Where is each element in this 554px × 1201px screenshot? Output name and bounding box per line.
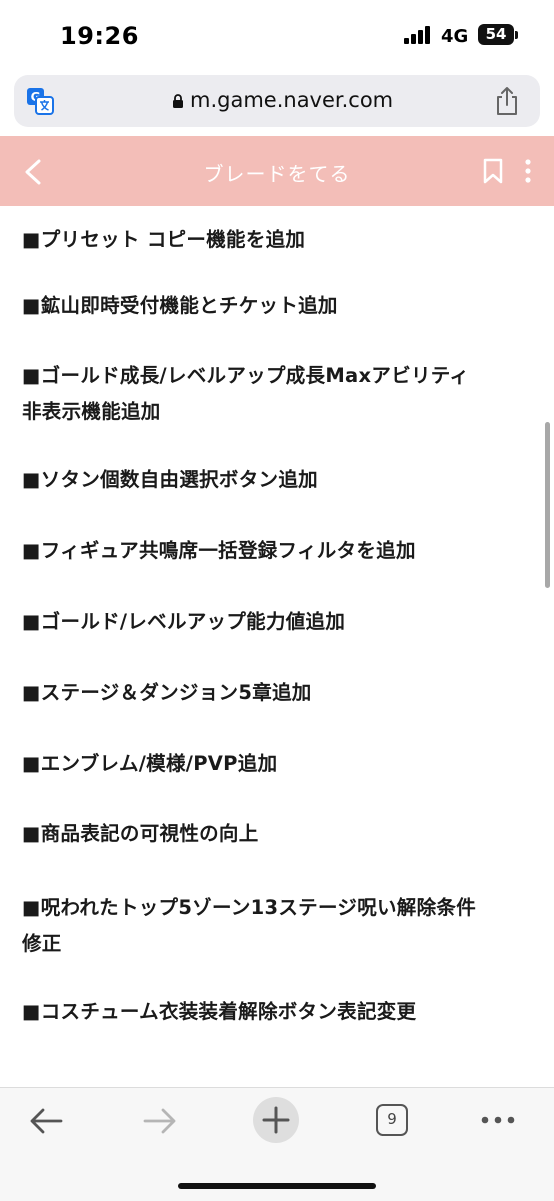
status-bar: 19:26 4G 54 (0, 0, 554, 70)
notice-line: ■ゴールド/レベルアップ能力値追加 (22, 610, 346, 633)
page-header: ブレードをてる (0, 136, 554, 206)
notice-item: ■ゴールド/レベルアップ能力値追加 (22, 604, 532, 640)
notice-item: ■プリセット コピー機能を追加 (22, 222, 532, 258)
page-title: ブレードをてる (203, 162, 351, 186)
share-icon[interactable] (494, 86, 520, 116)
notice-line: ■ゴールド成長/レベルアップ成長Maxアビリティ (22, 364, 470, 387)
lock-icon (173, 94, 183, 108)
notice-line: ■ステージ＆ダンジョン5章追加 (22, 681, 312, 704)
notice-line: ■商品表記の可視性の向上 (22, 822, 259, 845)
signal-icon (404, 26, 434, 44)
notice-item: ■ステージ＆ダンジョン5章追加 (22, 675, 532, 711)
new-tab-plus-icon[interactable] (252, 1096, 300, 1144)
notice-line: ■エンブレム/模様/PVP追加 (22, 752, 278, 775)
battery-tip (515, 31, 518, 39)
notice-line: ■鉱山即時受付機能とチケット追加 (22, 294, 338, 317)
notice-line: ■コスチューム衣装装着解除ボタン表記変更 (22, 1000, 417, 1023)
tabs-icon[interactable]: 9 (376, 1104, 408, 1136)
more-icon[interactable] (524, 158, 532, 184)
notice-item: ■フィギュア共鳴席一括登録フィルタを追加 (22, 533, 532, 569)
notice-item: ■鉱山即時受付機能とチケット追加 (22, 288, 532, 324)
notice-content: ■プリセット コピー機能を追加 ■鉱山即時受付機能とチケット追加 ■ゴールド成長… (0, 206, 554, 1076)
notice-line: ■フィギュア共鳴席一括登録フィルタを追加 (22, 539, 416, 562)
notice-item: ■呪われたトップ5ゾーン13ステージ呪い解除条件 修正 (22, 890, 532, 962)
bookmark-icon[interactable] (482, 158, 504, 184)
url-text[interactable]: m.game.naver.com (190, 88, 393, 112)
notice-line: 非表示機能追加 (22, 400, 161, 423)
tab-count: 9 (376, 1104, 408, 1136)
notice-line: ■ソタン個数自由選択ボタン追加 (22, 468, 318, 491)
translate-icon[interactable]: G (26, 87, 54, 115)
notice-item: ■ソタン個数自由選択ボタン追加 (22, 462, 532, 498)
notice-item: ■コスチューム衣装装着解除ボタン表記変更 (22, 994, 532, 1030)
address-bar[interactable]: G m.game.naver.com (14, 75, 540, 127)
network-type: 4G (441, 26, 469, 47)
notice-line: ■呪われたトップ5ゾーン13ステージ呪い解除条件 (22, 896, 476, 919)
browser-address-area: G m.game.naver.com (0, 70, 554, 136)
notice-item: ■エンブレム/模様/PVP追加 (22, 746, 532, 782)
home-indicator[interactable] (178, 1183, 376, 1189)
scrollbar[interactable] (545, 422, 550, 588)
more-dots-icon[interactable] (481, 1115, 515, 1125)
notice-line: 修正 (22, 932, 62, 955)
notice-item: ■ゴールド成長/レベルアップ成長Maxアビリティ 非表示機能追加 (22, 358, 532, 430)
notice-line: ■プリセット コピー機能を追加 (22, 228, 306, 251)
notice-item: ■商品表記の可視性の向上 (22, 816, 532, 852)
forward-arrow-icon (143, 1108, 176, 1134)
battery-icon: 54 (478, 24, 514, 45)
status-time: 19:26 (60, 22, 139, 50)
back-arrow-icon[interactable] (28, 1106, 64, 1136)
